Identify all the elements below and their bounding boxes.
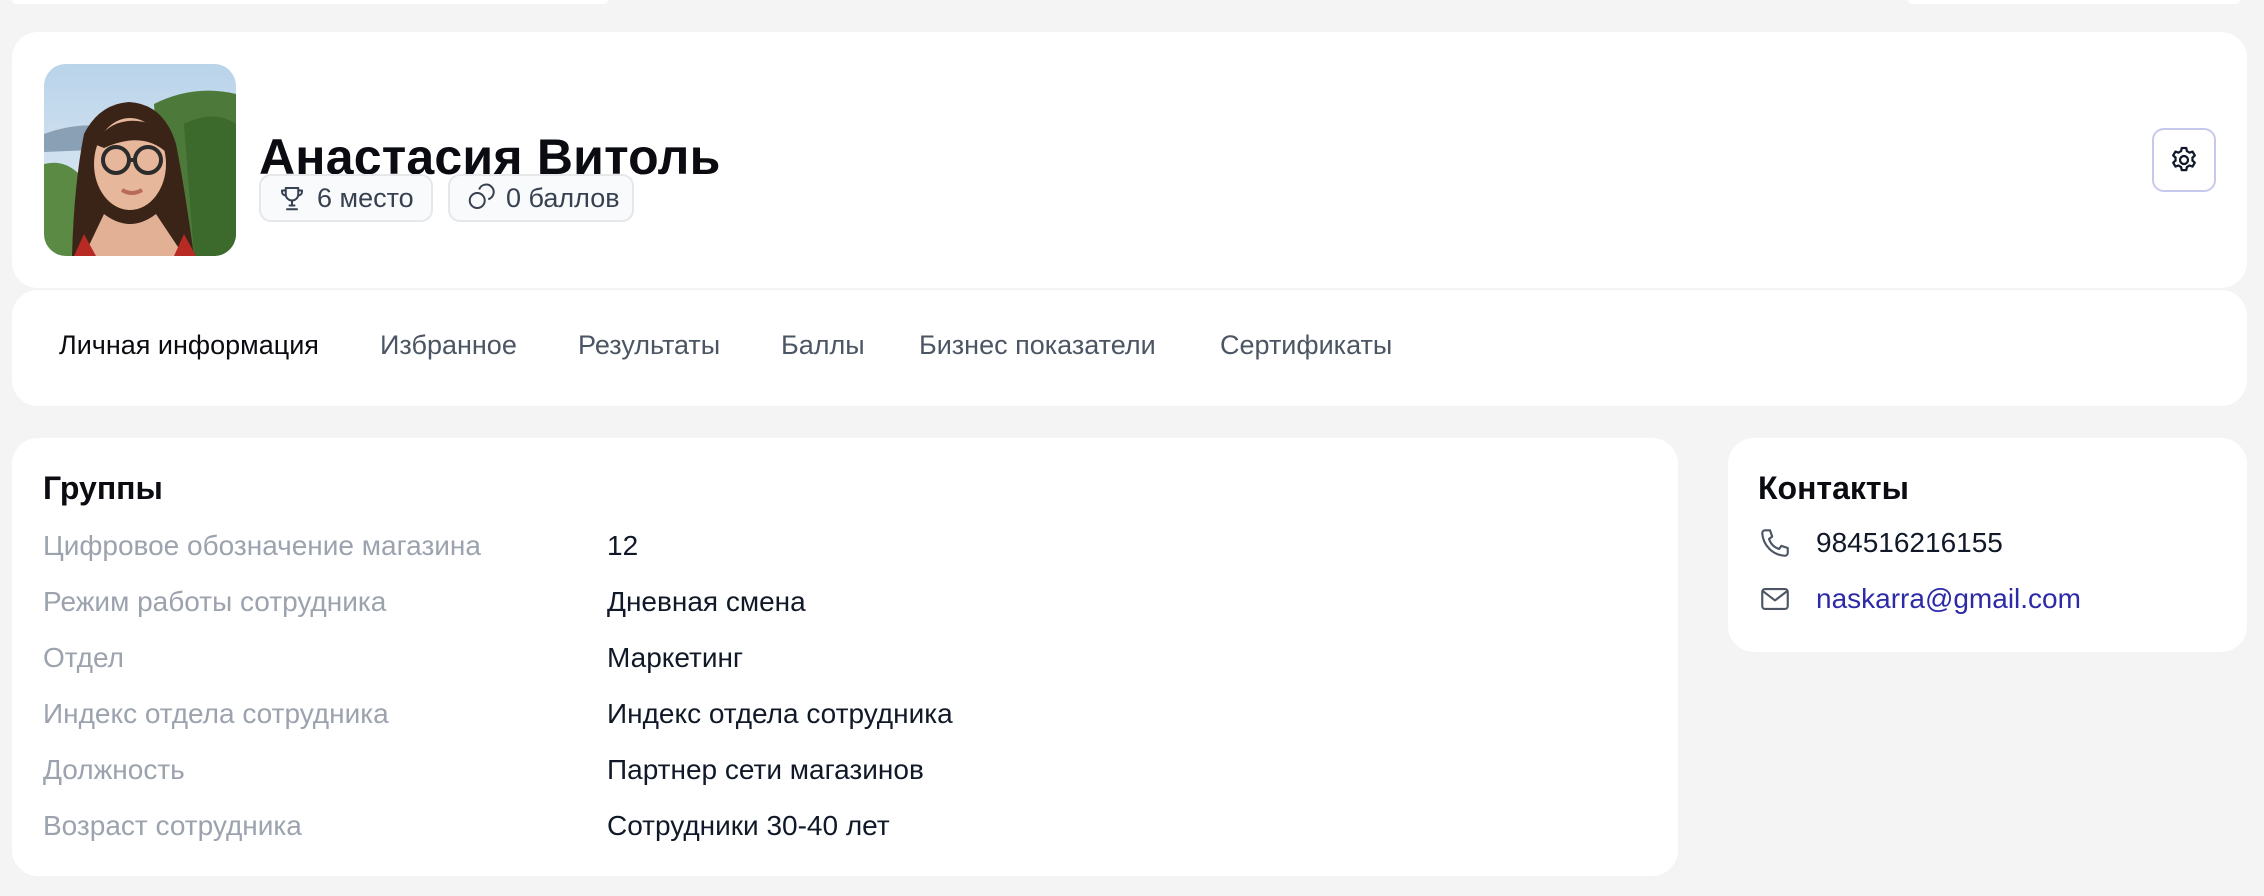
phone-icon: [1758, 526, 1792, 560]
field-value: Индекс отдела сотрудника: [607, 698, 953, 729]
points-label: 0 баллов: [506, 182, 620, 213]
avatar-photo: [44, 64, 236, 256]
tab-results[interactable]: Результаты: [578, 330, 720, 361]
previous-card-bottom-edge: [12, 0, 608, 4]
tab-business-metrics[interactable]: Бизнес показатели: [919, 330, 1156, 361]
tab-personal-info[interactable]: Личная информация: [59, 330, 319, 361]
settings-button[interactable]: [2152, 128, 2216, 192]
field-label: Отдел: [43, 642, 124, 673]
field-label: Должность: [43, 754, 185, 785]
field-value: Сотрудники 30-40 лет: [607, 810, 890, 841]
points-badge: 0 баллов: [448, 174, 634, 222]
field-value: Маркетинг: [607, 642, 744, 673]
contacts-title: Контакты: [1758, 470, 1909, 506]
profile-card: Анастасия Витоль 6 место 0 баллов: [12, 32, 2247, 288]
field-label: Индекс отдела сотрудника: [43, 698, 389, 729]
phone-number[interactable]: 984516216155: [1816, 527, 2003, 559]
tab-favorites[interactable]: Избранное: [380, 330, 517, 361]
tab-points[interactable]: Баллы: [781, 330, 865, 361]
mail-icon: [1758, 582, 1792, 616]
gear-icon: [2168, 144, 2200, 176]
avatar[interactable]: [44, 64, 236, 256]
field-value: Дневная смена: [607, 586, 806, 617]
phone-row: 984516216155: [1758, 526, 2003, 560]
email-link[interactable]: naskarra@gmail.com: [1816, 583, 2081, 615]
contacts-card: Контакты 984516216155 naskarra@gmail.com: [1728, 438, 2247, 652]
field-value: Партнер сети магазинов: [607, 754, 924, 785]
trophy-icon: [277, 183, 307, 213]
groups-card: Группы Цифровое обозначение магазина 12 …: [12, 438, 1678, 876]
coins-icon: [466, 183, 496, 213]
rank-badge: 6 место: [259, 174, 433, 222]
previous-card-bottom-edge: [1908, 0, 2240, 4]
profile-tabs: Личная информация Избранное Результаты Б…: [12, 290, 2247, 406]
field-value: 12: [607, 530, 639, 561]
field-label: Режим работы сотрудника: [43, 586, 387, 617]
field-label: Возраст сотрудника: [43, 810, 302, 841]
email-row: naskarra@gmail.com: [1758, 582, 2081, 616]
rank-label: 6 место: [317, 182, 414, 213]
groups-title: Группы: [43, 470, 163, 506]
tab-certificates[interactable]: Сертификаты: [1220, 330, 1392, 361]
field-label: Цифровое обозначение магазина: [43, 530, 481, 561]
